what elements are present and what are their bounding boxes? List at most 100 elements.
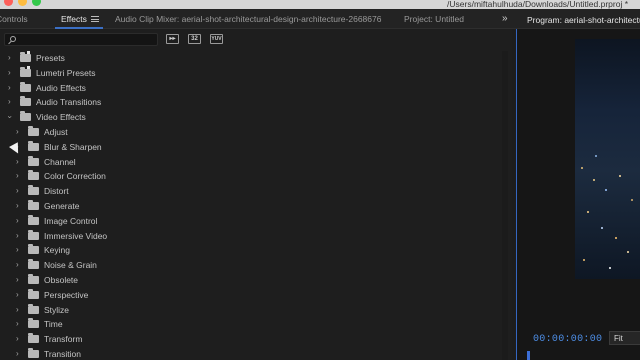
tree-item-audio-transitions[interactable]: › Audio Transitions [0, 95, 500, 110]
tab-effect-controls[interactable]: Controls [0, 14, 28, 24]
tab-audio-clip-mixer[interactable]: Audio Clip Mixer: aerial-shot-architectu… [115, 14, 381, 24]
effects-search-input[interactable] [4, 33, 158, 46]
tree-item-label: Blur & Sharpen [44, 141, 102, 152]
chevron-right-icon[interactable]: › [16, 157, 19, 167]
tree-item-color-correction[interactable]: › Color Correction [0, 169, 500, 184]
folder-icon [20, 81, 31, 92]
chevron-right-icon[interactable]: › [16, 319, 19, 329]
tree-item-immersive-video[interactable]: › Immersive Video [0, 229, 500, 244]
tree-item-label: Transform [44, 334, 83, 345]
tree-item-transition[interactable]: › Transition [0, 347, 500, 360]
zoom-window-icon[interactable] [32, 0, 41, 6]
chevron-right-icon[interactable]: › [16, 260, 19, 270]
tree-item-label: Channel [44, 156, 76, 167]
program-monitor-panel: Program: aerial-shot-architecturi 00:00:… [516, 15, 640, 360]
chevron-right-icon[interactable]: › [16, 290, 19, 300]
tree-item-label: Audio Transitions [36, 97, 102, 108]
chevron-right-icon[interactable]: › [16, 275, 19, 285]
video-preview[interactable] [575, 39, 640, 279]
panel-menu-icon[interactable] [91, 16, 99, 22]
effects-tree: › Presets › Lumetri Presets › Audio Effe… [0, 51, 500, 360]
tree-item-video-effects[interactable]: › Video Effects [0, 110, 500, 125]
tree-item-generate[interactable]: › Generate [0, 199, 500, 214]
folder-icon [20, 111, 31, 122]
chevron-right-icon[interactable]: › [8, 97, 11, 107]
chevron-right-icon[interactable]: › [16, 305, 19, 315]
city-light [605, 189, 607, 191]
tree-item-transform[interactable]: › Transform [0, 332, 500, 347]
playhead-marker[interactable] [527, 351, 530, 360]
yuv-filter-icon[interactable]: YUV [210, 34, 223, 44]
tree-item-time[interactable]: › Time [0, 317, 500, 332]
tree-item-distort[interactable]: › Distort [0, 184, 500, 199]
city-light [581, 167, 583, 169]
chevron-right-icon[interactable]: › [16, 186, 19, 196]
tab-effects[interactable]: Effects [61, 14, 87, 24]
tree-item-obsolete[interactable]: › Obsolete [0, 273, 500, 288]
tree-item-label: Video Effects [36, 112, 86, 123]
tree-item-audio-effects[interactable]: › Audio Effects [0, 81, 500, 96]
tree-item-presets[interactable]: › Presets [0, 51, 500, 66]
minimize-window-icon[interactable] [18, 0, 27, 6]
tree-item-label: Audio Effects [36, 82, 86, 93]
folder-icon [20, 96, 31, 107]
tree-item-image-control[interactable]: › Image Control [0, 214, 500, 229]
tree-item-label: Immersive Video [44, 230, 108, 241]
city-light [631, 199, 633, 201]
tree-item-perspective[interactable]: › Perspective [0, 288, 500, 303]
tree-item-label: Image Control [44, 215, 98, 226]
city-light [587, 211, 589, 213]
zoom-fit-select[interactable]: Fit [609, 331, 640, 345]
chevron-right-icon[interactable]: › [16, 201, 19, 211]
folder-icon [28, 229, 39, 240]
tree-item-lumetri-presets[interactable]: › Lumetri Presets [0, 65, 500, 81]
folder-icon [28, 140, 39, 151]
chevron-right-icon[interactable]: › [16, 231, 19, 241]
tree-item-label: Obsolete [44, 274, 79, 285]
tree-item-stylize[interactable]: › Stylize [0, 303, 500, 318]
tree-item-blur-sharpen[interactable]: › Blur & Sharpen [0, 140, 500, 155]
tree-item-noise-grain[interactable]: › Noise & Grain [0, 258, 500, 273]
tree-item-label: Time [44, 319, 63, 330]
folder-icon [28, 244, 39, 255]
chevron-right-icon[interactable]: › [16, 334, 19, 344]
tree-item-adjust[interactable]: › Adjust [0, 125, 500, 140]
folder-icon [28, 214, 39, 225]
folder-icon [28, 333, 39, 344]
playhead-timecode[interactable]: 00:00:00:00 [533, 334, 602, 345]
close-window-icon[interactable] [4, 0, 13, 6]
accelerated-effects-filter-icon[interactable]: ▸▸ [166, 34, 179, 44]
city-light [609, 267, 611, 269]
chevron-right-icon[interactable]: › [16, 171, 19, 181]
tree-item-label: Presets [36, 53, 65, 63]
tree-item-channel[interactable]: › Channel [0, 155, 500, 170]
tree-item-keying[interactable]: › Keying [0, 243, 500, 258]
project-path: /Users/miftahulhuda/Downloads/Untitled.p… [447, 0, 628, 9]
program-monitor-title[interactable]: Program: aerial-shot-architecturi [527, 15, 640, 25]
tree-item-label: Noise & Grain [44, 260, 97, 271]
32-bit-filter-icon[interactable]: 32 [188, 34, 201, 44]
effects-scrollbar[interactable] [502, 51, 508, 360]
chevron-right-icon[interactable]: › [16, 127, 19, 137]
chevron-right-icon[interactable]: › [8, 53, 11, 63]
tree-item-label: Distort [44, 186, 69, 197]
chevron-down-icon[interactable]: › [4, 116, 14, 119]
chevron-right-icon[interactable]: › [8, 68, 11, 78]
chevron-right-icon[interactable]: › [16, 349, 19, 359]
chevron-right-icon[interactable]: › [16, 216, 19, 226]
tab-project[interactable]: Project: Untitled [404, 14, 464, 24]
folder-icon [28, 170, 39, 181]
city-light [619, 175, 621, 177]
folder-icon [28, 303, 39, 314]
chevron-right-icon[interactable]: › [8, 83, 11, 93]
tree-item-label: Lumetri Presets [36, 67, 96, 78]
folder-icon [28, 259, 39, 270]
tree-item-label: Generate [44, 200, 80, 211]
folder-icon [28, 318, 39, 329]
folder-icon [28, 273, 39, 284]
tab-overflow-icon[interactable]: » [502, 13, 508, 24]
city-light [593, 179, 595, 181]
folder-icon [28, 155, 39, 166]
chevron-right-icon[interactable]: › [16, 245, 19, 255]
search-icon [10, 36, 16, 42]
